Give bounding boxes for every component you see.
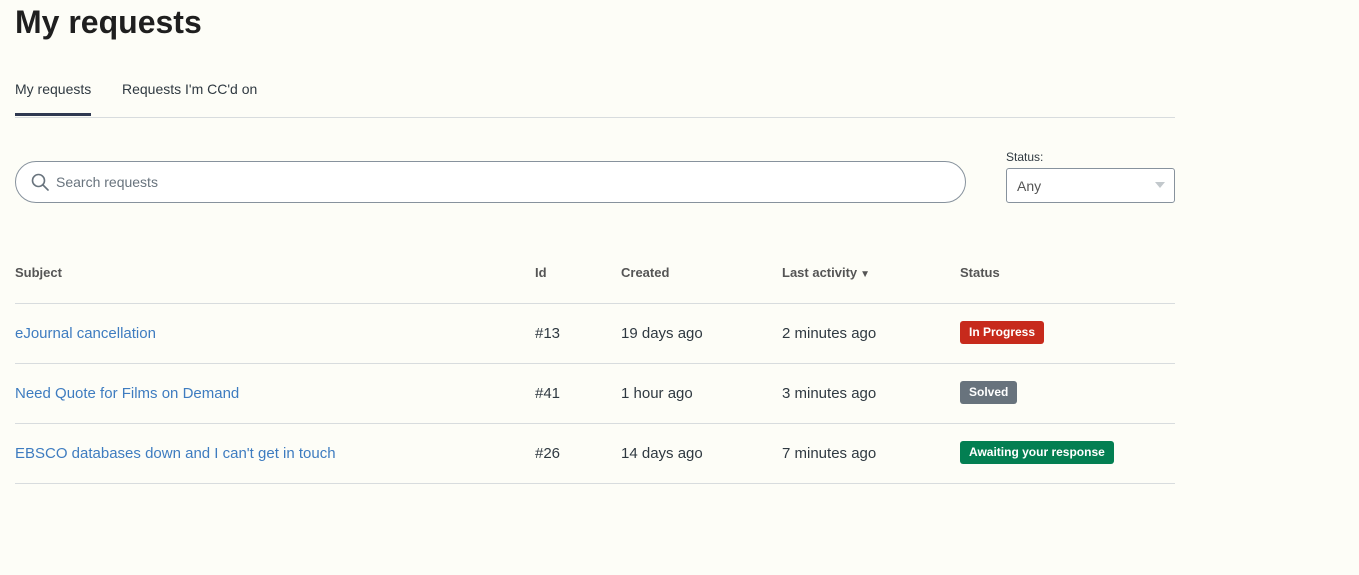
table-header: Subject Id Created Last activity ▼ Status <box>15 243 1175 304</box>
search-input[interactable] <box>56 162 936 202</box>
table-row: EBSCO databases down and I can't get in … <box>15 424 1175 484</box>
request-subject-link[interactable]: EBSCO databases down and I can't get in … <box>15 445 336 462</box>
status-filter-label: Status: <box>1006 150 1044 164</box>
request-created: 19 days ago <box>621 325 703 342</box>
status-filter-value: Any <box>1017 178 1042 194</box>
status-badge: In Progress <box>960 321 1045 344</box>
request-id: #13 <box>535 325 561 342</box>
chevron-down-icon <box>1155 182 1165 188</box>
request-last-activity: 2 minutes ago <box>782 325 877 342</box>
search-box <box>15 161 966 203</box>
table-row: Need Quote for Films on Demand #41 1 hou… <box>15 364 1175 424</box>
request-id: #41 <box>535 385 561 402</box>
sort-descending-icon: ▼ <box>860 269 871 280</box>
header-last-activity[interactable]: Last activity ▼ <box>782 265 870 280</box>
status-filter-select[interactable]: Any <box>1006 168 1175 203</box>
request-subject-link[interactable]: eJournal cancellation <box>15 325 156 342</box>
header-status[interactable]: Status <box>960 265 1000 280</box>
requests-table: Subject Id Created Last activity ▼ Status… <box>15 243 1175 484</box>
status-badge: Solved <box>960 381 1018 404</box>
request-tabs: My requests Requests I'm CC'd on <box>15 70 1175 118</box>
request-subject-link[interactable]: Need Quote for Films on Demand <box>15 385 239 402</box>
tab-requests-cc[interactable]: Requests I'm CC'd on <box>122 81 257 97</box>
status-badge: Awaiting your response <box>960 441 1114 464</box>
request-id: #26 <box>535 445 561 462</box>
header-id[interactable]: Id <box>535 265 547 280</box>
header-last-activity-label: Last activity <box>782 265 858 280</box>
request-subject: EBSCO databases down and I can't get in … <box>15 445 336 462</box>
request-last-activity: 7 minutes ago <box>782 445 877 462</box>
tab-my-requests[interactable]: My requests <box>15 81 92 116</box>
request-subject: Need Quote for Films on Demand <box>15 385 239 402</box>
header-subject[interactable]: Subject <box>15 265 62 280</box>
table-row: eJournal cancellation #13 19 days ago 2 … <box>15 304 1175 364</box>
request-created: 14 days ago <box>621 445 703 462</box>
request-created: 1 hour ago <box>621 385 693 402</box>
request-last-activity: 3 minutes ago <box>782 385 877 402</box>
page-title: My requests <box>15 4 202 40</box>
search-icon <box>31 173 49 191</box>
request-subject: eJournal cancellation <box>15 325 156 342</box>
header-created[interactable]: Created <box>621 265 669 280</box>
page: My requests My requests Requests I'm CC'… <box>0 0 1359 575</box>
